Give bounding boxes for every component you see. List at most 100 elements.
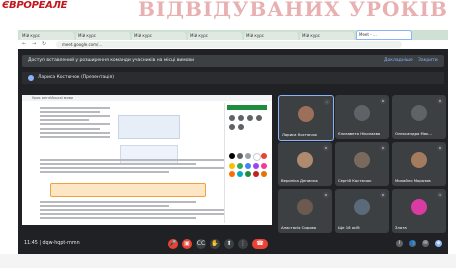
color-swatch[interactable]: [237, 153, 243, 159]
camera-off-icon[interactable]: ▣: [182, 239, 192, 249]
browser-tabbar: Мій курс Мій курс Мій курс Мій курс Мій …: [18, 30, 448, 40]
avatar: [354, 152, 370, 168]
reload-icon[interactable]: ↻: [42, 41, 46, 48]
annotation-palette: [224, 103, 269, 223]
back-icon[interactable]: ←: [22, 41, 26, 48]
mic-status-icon: ⚙: [323, 145, 329, 151]
mic-off-icon[interactable]: 🎤: [168, 239, 178, 249]
color-swatch[interactable]: [245, 153, 251, 159]
shared-screen: Урок англійської мови: [22, 95, 272, 225]
avatar: [297, 199, 313, 215]
banner-title: ВІДВІДУВАНИХ УРОКІВ: [138, 0, 448, 21]
activities-icon[interactable]: ◆: [435, 240, 442, 247]
color-swatch[interactable]: [261, 171, 267, 177]
presenting-bar: Лариса Костючок (Презентація): [22, 72, 444, 84]
screen-bezel: [0, 254, 456, 268]
captions-icon[interactable]: CC: [196, 239, 206, 249]
participant-tile[interactable]: ⚙ Анастасія Сирова: [278, 189, 332, 233]
forward-icon[interactable]: →: [32, 41, 36, 48]
hand-icon[interactable]: ✋: [210, 239, 220, 249]
mic-status-icon: ⚙: [380, 145, 386, 151]
info-icon[interactable]: i: [396, 240, 403, 247]
mic-status-icon: ⚙: [437, 98, 443, 104]
palette-header: [227, 105, 267, 110]
browser-tab[interactable]: Мій курс: [244, 32, 298, 40]
color-swatch[interactable]: [253, 163, 259, 169]
participant-name: Ще 16 осіб: [338, 225, 360, 230]
browser-tab[interactable]: Мій курс: [132, 32, 186, 40]
header-banner: ЄВРОРЕАЛЕ ВІДВІДУВАНИХ УРОКІВ: [0, 0, 456, 30]
avatar: [354, 199, 370, 215]
participant-tile[interactable]: З Злата: [392, 189, 446, 233]
avatar: [298, 106, 314, 122]
browser-tab-active[interactable]: Meet - ...: [356, 30, 412, 40]
document-page: [40, 105, 224, 223]
more-icon[interactable]: ⋮: [238, 239, 248, 249]
color-swatch[interactable]: [237, 163, 243, 169]
learn-more-link[interactable]: Докладніше: [384, 58, 413, 63]
participant-tile[interactable]: ⚙ Сергій Костючок: [335, 142, 389, 186]
clear-icon[interactable]: [238, 124, 244, 130]
chat-icon[interactable]: ✉: [422, 240, 429, 247]
mic-status-icon: ⚙: [323, 192, 329, 198]
avatar: [297, 152, 313, 168]
participant-tile[interactable]: ⚙ Ще 16 осіб: [335, 189, 389, 233]
call-controls: 🎤 ▣ CC ✋ ⬆ ⋮ ☎: [168, 239, 268, 249]
info-text: Доступ вставлений у розширення команди у…: [28, 58, 195, 63]
participant-tile[interactable]: ⚙ Михайло Морозов: [392, 142, 446, 186]
avatar: [411, 152, 427, 168]
participant-tile[interactable]: ⚙ Вероніка Денисюк: [278, 142, 332, 186]
color-swatch[interactable]: [261, 153, 267, 159]
dismiss-link[interactable]: Закрити: [418, 58, 438, 63]
doc-title: Урок англійської мови: [32, 96, 73, 100]
participant-name: Єлизавета Ніколаєва: [338, 131, 381, 136]
browser-tab[interactable]: Мій курс: [300, 32, 354, 40]
end-call-button[interactable]: ☎: [252, 239, 268, 249]
browser-tab[interactable]: Мій курс: [20, 32, 74, 40]
mic-status-icon: •: [324, 99, 330, 105]
participant-tile[interactable]: ⚙ Єлизавета Ніколаєва: [335, 95, 389, 139]
color-swatch[interactable]: [245, 171, 251, 177]
color-swatch[interactable]: [245, 163, 251, 169]
url-field[interactable]: meet.google.com/...: [56, 41, 402, 48]
color-swatch[interactable]: [237, 171, 243, 177]
participant-name: Лариса Костючок: [282, 132, 318, 137]
participant-name: Злата: [395, 225, 407, 230]
browser-tab[interactable]: Мій курс: [76, 32, 130, 40]
color-swatch[interactable]: [229, 153, 235, 159]
highlighted-text: [50, 183, 206, 197]
color-swatch[interactable]: [261, 163, 267, 169]
participant-name: Анастасія Сирова: [281, 225, 317, 230]
present-icon[interactable]: ⬆: [224, 239, 234, 249]
mic-status-icon: ⚙: [380, 98, 386, 104]
eraser-tool-icon[interactable]: [247, 115, 253, 121]
presenter-icon: [28, 75, 34, 81]
redo-icon[interactable]: [229, 124, 235, 130]
color-swatch[interactable]: [253, 171, 259, 177]
pen-tool-icon[interactable]: [229, 115, 235, 121]
participant-tile[interactable]: ⚙ Олександра Мак...: [392, 95, 446, 139]
undo-icon[interactable]: [256, 115, 262, 121]
browser-tab[interactable]: Мій курс: [188, 32, 242, 40]
meet-window: Доступ вставлений у розширення команди у…: [18, 49, 448, 254]
color-swatch[interactable]: [229, 163, 235, 169]
marker-tool-icon[interactable]: [238, 115, 244, 121]
color-swatch[interactable]: [229, 171, 235, 177]
logo: ЄВРОРЕАЛЕ: [2, 0, 68, 11]
color-swatches: [229, 153, 267, 177]
avatar: [411, 105, 427, 121]
presenting-text: Лариса Костючок (Презентація): [38, 75, 114, 80]
mic-status-icon: ⚙: [437, 145, 443, 151]
participant-name: Михайло Морозов: [395, 178, 431, 183]
color-swatch[interactable]: [253, 153, 261, 161]
info-banner: Доступ вставлений у розширення команди у…: [22, 55, 444, 67]
meeting-time-code: 11:45 | dqw-hqpt-rnmn: [24, 241, 80, 246]
participant-tile[interactable]: • Лариса Костючок: [278, 95, 334, 141]
participant-name: Сергій Костючок: [338, 178, 372, 183]
mic-status-icon: ⚙: [380, 192, 386, 198]
participant-name: Олександра Мак...: [395, 131, 433, 136]
doc-toolbar: Урок англійської мови: [22, 95, 272, 101]
avatar: [411, 199, 427, 215]
avatar: [354, 105, 370, 121]
people-icon[interactable]: 👥: [409, 240, 416, 247]
